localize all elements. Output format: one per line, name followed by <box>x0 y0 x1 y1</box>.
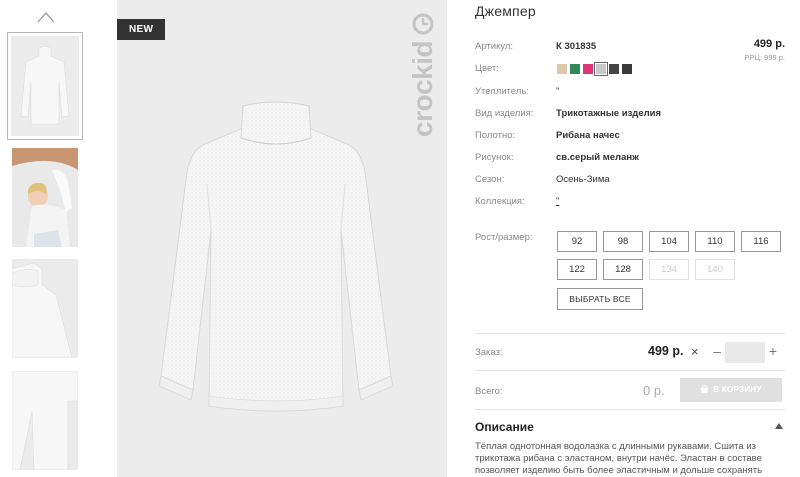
sweater-sleeve-image <box>12 371 78 470</box>
attr-value: К 301835 <box>556 41 597 52</box>
quantity-decrease-button[interactable]: – <box>711 343 723 359</box>
color-swatch[interactable] <box>583 64 593 74</box>
main-product-image: NEW crockid <box>117 0 447 477</box>
description-header[interactable]: Описание <box>475 420 785 436</box>
attr-value: " <box>556 86 560 97</box>
child-photo-image <box>12 148 78 247</box>
color-swatch[interactable] <box>594 62 608 76</box>
select-all-button[interactable]: ВЫБРАТЬ ВСЕ <box>557 288 643 310</box>
size-option[interactable]: 98 <box>603 231 643 252</box>
sweater-image <box>158 101 394 412</box>
size-option: 134 <box>649 259 689 280</box>
size-option[interactable]: 116 <box>741 231 781 252</box>
size-option[interactable]: 122 <box>557 259 597 280</box>
color-swatch[interactable] <box>622 64 632 74</box>
cart-icon <box>701 384 709 394</box>
order-price: 499 р. <box>648 344 684 358</box>
attr-label: Артикул: <box>475 41 514 52</box>
attr-label: Сезон: <box>475 174 505 185</box>
attr-value: Рибана начес <box>556 130 620 141</box>
description-text: Тёплая однотонная водолазка с длинными р… <box>475 441 763 476</box>
attr-label: Полотно: <box>475 130 516 141</box>
caret-up-icon[interactable] <box>775 423 783 429</box>
size-option[interactable]: 92 <box>557 231 597 252</box>
quantity-input[interactable] <box>725 342 765 363</box>
recommended-price: РРЦ: 999 р. <box>744 53 785 62</box>
attr-label: Коллекция: <box>475 196 525 207</box>
chevron-up-icon[interactable] <box>36 10 56 24</box>
attr-value: Трикотажные изделия <box>556 108 662 119</box>
thumbnail-3[interactable] <box>12 259 78 358</box>
divider <box>475 409 785 410</box>
divider <box>475 370 785 371</box>
thumbnail-4[interactable] <box>12 371 78 470</box>
attr-label: Утеплитель: <box>475 86 529 97</box>
color-swatches <box>557 62 632 76</box>
size-label: Рост/размер: <box>475 232 533 243</box>
product-title: Джемпер <box>475 3 536 19</box>
size-option: 140 <box>695 259 735 280</box>
total-row: Всего: 0 р. В КОРЗИНУ <box>475 378 785 402</box>
brand-logo: crockid <box>407 13 438 137</box>
attr-label: Вид изделия: <box>475 108 534 119</box>
attr-value: Осень-Зима <box>556 174 610 185</box>
attr-value: " <box>556 196 560 207</box>
product-price: 499 р. <box>753 38 785 50</box>
thumbnail-2[interactable] <box>12 148 78 247</box>
svg-text:crockid: crockid <box>407 41 438 137</box>
add-to-cart-button[interactable]: В КОРЗИНУ <box>680 378 782 402</box>
attr-label: Рисунок: <box>475 152 514 163</box>
thumbnail-1[interactable] <box>7 32 83 140</box>
color-swatch[interactable] <box>570 64 580 74</box>
remove-order-button[interactable]: × <box>691 344 699 359</box>
quantity-increase-button[interactable]: + <box>767 343 779 359</box>
color-swatch[interactable] <box>557 64 567 74</box>
sweater-detail-image <box>12 259 78 358</box>
sweater-front-image <box>20 46 70 125</box>
total-label: Всего: <box>475 386 503 397</box>
order-label: Заказ: <box>475 347 503 358</box>
attr-value: св.серый меланж <box>556 152 639 163</box>
total-value: 0 р. <box>643 383 665 398</box>
new-badge: NEW <box>117 19 166 40</box>
color-swatch[interactable] <box>609 64 619 74</box>
thumbnail-rail <box>0 0 90 477</box>
divider <box>475 333 785 334</box>
attr-label: Цвет: <box>475 63 499 74</box>
description-title: Описание <box>475 420 534 434</box>
size-option[interactable]: 110 <box>695 231 735 252</box>
size-option[interactable]: 128 <box>603 259 643 280</box>
size-option[interactable]: 104 <box>649 231 689 252</box>
order-row: Заказ: 499 р. × – + <box>475 341 785 365</box>
cart-button-label: В КОРЗИНУ <box>713 385 762 394</box>
